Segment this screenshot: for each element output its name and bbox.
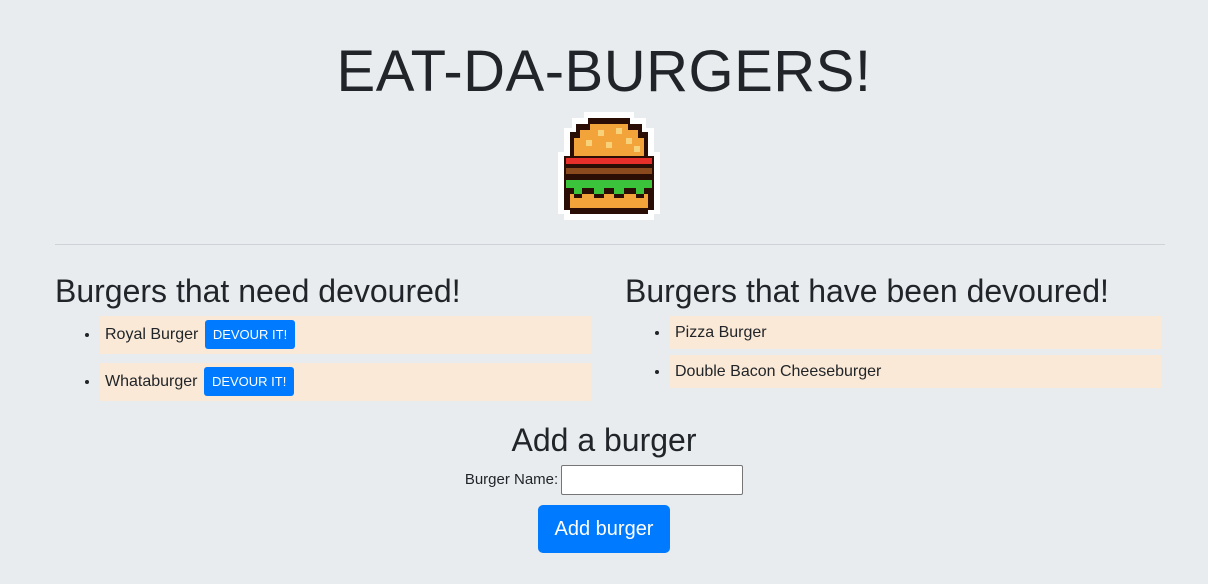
burger-name-label: Burger Name: xyxy=(464,471,559,488)
add-burger-button[interactable]: Add burger xyxy=(537,505,671,553)
burger-name: Royal Burger xyxy=(105,326,199,343)
list-item: Double Bacon Cheeseburger xyxy=(670,355,1161,388)
list-item: Pizza Burger xyxy=(670,316,1161,349)
burger-name: Pizza Burger xyxy=(675,324,767,341)
burger-name: Double Bacon Cheeseburger xyxy=(675,363,882,380)
divider xyxy=(55,244,1165,245)
devour-button[interactable]: DEVOUR IT! xyxy=(203,367,295,397)
burger-name: Whataburger xyxy=(105,373,198,390)
devoured-list: Pizza Burger Double Bacon Cheeseburger xyxy=(625,316,1161,388)
need-devoured-heading: Burgers that need devoured! xyxy=(55,273,461,309)
add-burger-form: Add a burger Burger Name: Add burger xyxy=(0,420,1208,553)
need-devoured-list: Royal Burger DEVOUR IT! Whataburger DEVO… xyxy=(55,316,591,401)
add-burger-heading: Add a burger xyxy=(511,422,697,458)
page-title: EAT-DA-BURGERS! xyxy=(336,39,872,104)
devoured-heading: Burgers that have been devoured! xyxy=(625,273,1109,309)
pixel-burger-icon xyxy=(558,112,660,220)
devour-button[interactable]: DEVOUR IT! xyxy=(204,320,296,350)
need-devoured-column: Burgers that need devoured! Royal Burger… xyxy=(55,270,591,410)
devoured-column: Burgers that have been devoured! Pizza B… xyxy=(625,270,1161,394)
list-item: Royal Burger DEVOUR IT! xyxy=(100,316,591,354)
burger-name-row: Burger Name: xyxy=(0,465,1208,495)
jumbotron: EAT-DA-BURGERS! Burgers that need devour… xyxy=(0,0,1208,584)
list-item: Whataburger DEVOUR IT! xyxy=(100,363,591,401)
burger-name-input[interactable] xyxy=(561,465,744,495)
